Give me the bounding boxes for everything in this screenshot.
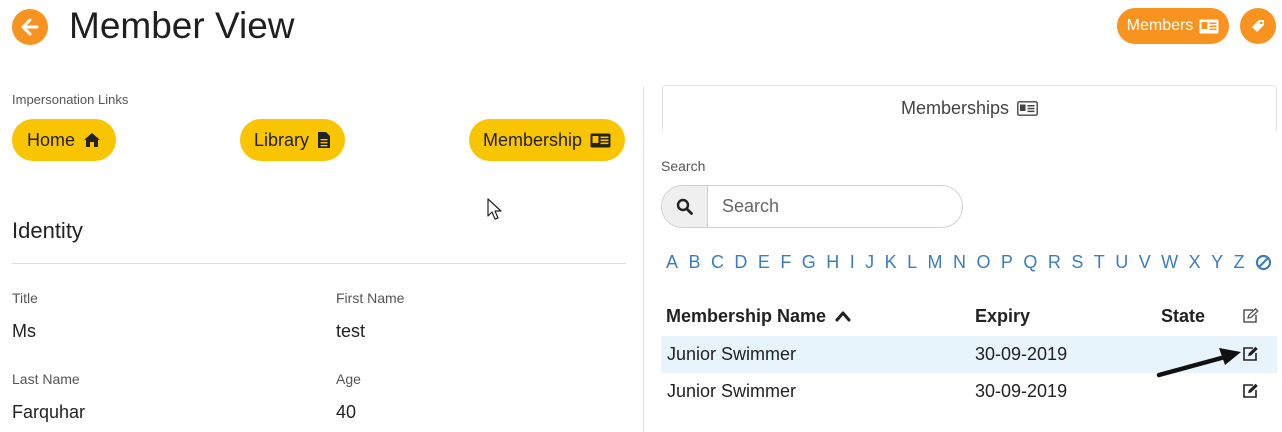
alpha-filter-q[interactable]: Q bbox=[1023, 252, 1037, 273]
alpha-filter-i[interactable]: I bbox=[850, 252, 855, 273]
alpha-filter-y[interactable]: Y bbox=[1211, 252, 1223, 273]
alpha-filter-o[interactable]: O bbox=[976, 252, 990, 273]
search-icon-box[interactable] bbox=[662, 186, 708, 227]
edit-icon[interactable] bbox=[1242, 308, 1259, 324]
impersonate-home-button[interactable]: Home bbox=[12, 119, 116, 161]
alpha-filter-h[interactable]: H bbox=[826, 252, 839, 273]
tag-button[interactable] bbox=[1240, 8, 1276, 44]
alpha-filter-n[interactable]: N bbox=[953, 252, 966, 273]
column-header-state[interactable]: State bbox=[1161, 306, 1205, 327]
alpha-filter-r[interactable]: R bbox=[1048, 252, 1061, 273]
alpha-filter-w[interactable]: W bbox=[1161, 252, 1178, 273]
alpha-filter-z[interactable]: Z bbox=[1234, 252, 1245, 273]
members-button-label: Members bbox=[1126, 17, 1194, 34]
alpha-filter-u[interactable]: U bbox=[1115, 252, 1128, 273]
tab-memberships[interactable]: Memberships bbox=[662, 85, 1277, 131]
alpha-filter-e[interactable]: E bbox=[758, 252, 770, 273]
column-header-expiry[interactable]: Expiry bbox=[975, 306, 1030, 327]
search-label: Search bbox=[661, 158, 706, 174]
alpha-filter-m[interactable]: M bbox=[928, 252, 943, 273]
alpha-filter-k[interactable]: K bbox=[885, 252, 897, 273]
members-button[interactable]: Members bbox=[1117, 8, 1229, 44]
column-header-membership-name-label: Membership Name bbox=[666, 306, 827, 326]
search-input[interactable] bbox=[708, 186, 962, 227]
impersonate-membership-button[interactable]: Membership bbox=[469, 119, 625, 161]
mouse-cursor-icon bbox=[487, 198, 502, 220]
expiry-cell: 30-09-2019 bbox=[975, 344, 1068, 364]
impersonate-home-label: Home bbox=[26, 129, 75, 150]
sort-ascending-icon bbox=[835, 311, 851, 322]
panel-divider bbox=[643, 86, 644, 432]
tag-icon bbox=[1252, 20, 1264, 32]
alpha-filter-f[interactable]: F bbox=[780, 252, 791, 273]
first-name-value: test bbox=[336, 321, 366, 341]
membership-name-cell: Junior Swimmer bbox=[667, 344, 797, 364]
tab-memberships-label: Memberships bbox=[900, 98, 1010, 118]
alpha-filter-c[interactable]: C bbox=[711, 252, 724, 273]
impersonate-library-button[interactable]: Library bbox=[240, 119, 345, 161]
alpha-filter-s[interactable]: S bbox=[1071, 252, 1083, 273]
alpha-filter-b[interactable]: B bbox=[688, 252, 700, 273]
identity-heading: Identity bbox=[12, 218, 83, 243]
alpha-filter-t[interactable]: T bbox=[1094, 252, 1105, 273]
impersonate-library-label: Library bbox=[254, 129, 310, 150]
alpha-filter-p[interactable]: P bbox=[1001, 252, 1013, 273]
search-box bbox=[661, 185, 963, 228]
edit-icon[interactable] bbox=[1242, 383, 1259, 399]
id-card-icon bbox=[1017, 101, 1038, 116]
alphabet-filter: A B C D E F G H I J K L M N O P Q R S T … bbox=[666, 252, 1272, 273]
id-card-icon bbox=[1199, 19, 1219, 33]
impersonate-membership-label: Membership bbox=[483, 129, 583, 150]
expiry-cell: 30-09-2019 bbox=[975, 381, 1068, 401]
identity-divider bbox=[12, 263, 626, 264]
alpha-filter-a[interactable]: A bbox=[666, 252, 678, 273]
alpha-filter-j[interactable]: J bbox=[865, 252, 874, 273]
membership-name-cell: Junior Swimmer bbox=[667, 381, 797, 401]
alpha-filter-x[interactable]: X bbox=[1189, 252, 1201, 273]
alpha-filter-v[interactable]: V bbox=[1139, 252, 1151, 273]
home-icon bbox=[84, 133, 100, 147]
id-card-icon bbox=[590, 133, 611, 147]
column-header-membership-name[interactable]: Membership Name bbox=[666, 306, 851, 327]
last-name-value: Farquhar bbox=[12, 402, 86, 422]
alpha-filter-l[interactable]: L bbox=[907, 252, 917, 273]
member-details-panel: Impersonation Links Home Library Members… bbox=[0, 0, 640, 432]
age-label: Age bbox=[336, 371, 361, 387]
search-icon bbox=[676, 198, 693, 215]
alpha-filter-g[interactable]: G bbox=[802, 252, 816, 273]
file-icon bbox=[318, 132, 331, 148]
title-label: Title bbox=[12, 290, 38, 306]
first-name-label: First Name bbox=[336, 290, 405, 306]
impersonation-links-label: Impersonation Links bbox=[12, 92, 129, 107]
annotation-arrow-icon bbox=[1156, 348, 1241, 378]
last-name-label: Last Name bbox=[12, 371, 80, 387]
age-value: 40 bbox=[336, 402, 357, 422]
alpha-filter-d[interactable]: D bbox=[734, 252, 747, 273]
clear-filter-icon[interactable] bbox=[1255, 254, 1272, 271]
title-value: Ms bbox=[12, 321, 36, 341]
